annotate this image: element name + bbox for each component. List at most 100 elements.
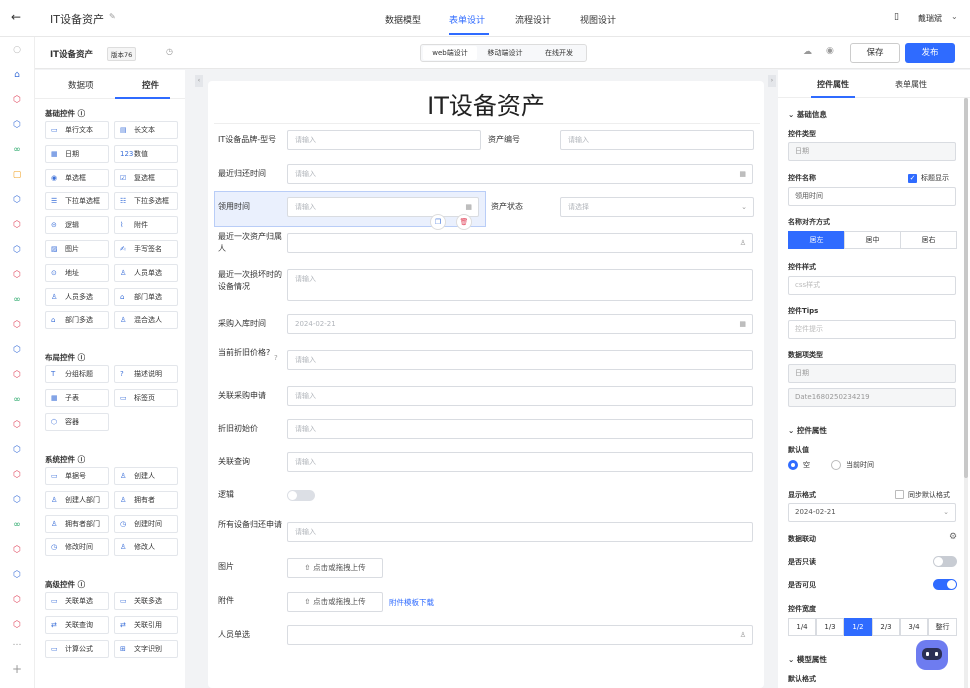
mode-online-dev[interactable]: 在线开发	[533, 46, 585, 60]
control-address[interactable]: ⊙ 地址	[45, 263, 109, 282]
help-icon[interactable]: ?	[274, 354, 278, 362]
person-select-input[interactable]: ♙	[287, 625, 753, 645]
align-right-option[interactable]: 居右	[900, 231, 957, 249]
tab-data-items[interactable]: 数据项	[68, 79, 94, 91]
home-icon[interactable]: ⌂	[11, 69, 23, 81]
cube-icon[interactable]: ⬡	[11, 269, 23, 281]
template-download-link[interactable]: 附件模板下载	[389, 597, 434, 608]
cube-icon[interactable]: ⬡	[11, 419, 23, 431]
control-creator-dept[interactable]: ♙ 创建人部门	[45, 490, 109, 509]
link-icon[interactable]: ∞	[11, 144, 23, 156]
width-option[interactable]: 2/3	[872, 618, 900, 636]
control-doc-number[interactable]: ▭ 单据号	[45, 467, 109, 485]
cube-icon[interactable]: ⬡	[11, 369, 23, 381]
doc-icon[interactable]: ▯	[894, 12, 899, 22]
section-control-props[interactable]: ⌄ 控件属性	[788, 425, 827, 436]
control-owner-dept[interactable]: ♙ 拥有者部门	[45, 514, 109, 533]
control-tips-input[interactable]: 控件提示	[788, 320, 956, 339]
collapse-right-icon[interactable]: ›	[768, 75, 776, 87]
control-person-single[interactable]: ♙ 人员单选	[114, 263, 178, 282]
control-signature[interactable]: ✍ 手写签名	[114, 240, 178, 258]
owner-person-input[interactable]: ♙	[287, 233, 753, 253]
align-left-option[interactable]: 居左	[788, 231, 845, 249]
return-time-input[interactable]: 请输入 ▦	[287, 164, 753, 184]
back-arrow-icon[interactable]: ←	[11, 10, 21, 24]
brand-input[interactable]: 请输入	[287, 130, 481, 150]
default-now-radio[interactable]	[831, 460, 841, 470]
default-empty-radio[interactable]	[788, 460, 798, 470]
cube-icon[interactable]: ⬡	[11, 619, 23, 631]
align-center-option[interactable]: 居中	[844, 231, 901, 249]
cube-icon[interactable]: ⬡	[11, 94, 23, 106]
history-icon[interactable]: ◷	[166, 47, 173, 56]
more-icon[interactable]: …	[11, 637, 23, 649]
purchase-date-input[interactable]: 2024-02-21 ▦	[287, 314, 753, 334]
sync-format-checkbox[interactable]	[895, 490, 904, 499]
control-dropdown-multi[interactable]: ☷ 下拉多选框	[114, 192, 178, 211]
tab-form-props[interactable]: 表单属性	[895, 79, 927, 90]
control-group-title[interactable]: T 分组标题	[45, 365, 109, 383]
width-option[interactable]: 1/2	[844, 618, 872, 636]
image-upload-button[interactable]: ⇧ 点击或拖拽上传	[287, 558, 383, 578]
control-ocr[interactable]: ⊞ 文字识别	[114, 639, 178, 658]
control-relation-multi[interactable]: ▭ 关联多选	[114, 592, 178, 610]
save-button[interactable]: 保存	[850, 43, 900, 63]
control-description[interactable]: ? 描述说明	[114, 365, 178, 383]
tab-form-design[interactable]: 表单设计	[449, 13, 485, 26]
assistant-robot-icon[interactable]	[916, 640, 948, 670]
publish-button[interactable]: 发布	[905, 43, 955, 63]
title-show-checkbox[interactable]: ✓	[908, 174, 917, 183]
control-image[interactable]: ▨ 图片	[45, 240, 109, 258]
control-name-input[interactable]: 领用时间	[788, 187, 956, 206]
control-attachment[interactable]: ⌇ 附件	[114, 216, 178, 235]
related-query-input[interactable]: 请输入	[287, 452, 753, 472]
control-checkbox[interactable]: ☑ 复选框	[114, 168, 178, 187]
control-style-input[interactable]: css样式	[788, 276, 956, 295]
control-date[interactable]: ▦ 日期	[45, 144, 109, 163]
control-created-time[interactable]: ◷ 创建时间	[114, 514, 178, 533]
cube-icon[interactable]: ⬡	[11, 219, 23, 231]
visible-toggle[interactable]	[933, 579, 957, 590]
cube-icon[interactable]: ⬡	[11, 544, 23, 556]
tab-view-design[interactable]: 视图设计	[580, 13, 616, 26]
status-select[interactable]: 请选择 ⌄	[560, 197, 754, 217]
section-model-props[interactable]: ⌄ 模型属性	[788, 654, 827, 665]
control-modifier[interactable]: ♙ 修改人	[114, 538, 178, 557]
collapse-left-icon[interactable]: ‹	[195, 75, 203, 87]
tab-data-model[interactable]: 数据模型	[385, 13, 421, 26]
control-person-multi[interactable]: ♙ 人员多选	[45, 287, 109, 306]
copy-icon[interactable]: ❐	[430, 214, 446, 230]
control-long-text[interactable]: ▤ 长文本	[114, 121, 178, 139]
control-owner[interactable]: ♙ 拥有者	[114, 490, 178, 509]
control-creator[interactable]: ♙ 创建人	[114, 467, 178, 485]
cube-icon[interactable]: ⬡	[11, 469, 23, 481]
delete-icon[interactable]: 🗑	[456, 214, 472, 230]
tab-control-props[interactable]: 控件属性	[817, 79, 849, 90]
all-return-input[interactable]: 请输入	[287, 522, 753, 542]
asset-no-input[interactable]: 请输入	[560, 130, 754, 150]
original-price-input[interactable]: 请输入	[287, 419, 753, 439]
cube-icon[interactable]: ⬡	[11, 244, 23, 256]
control-radio[interactable]: ◉ 单选框	[45, 168, 109, 187]
control-single-line-text[interactable]: ▭ 单行文本	[45, 121, 109, 139]
cube-icon[interactable]: ⬡	[11, 344, 23, 356]
cube-icon[interactable]: ⬡	[11, 319, 23, 331]
cube-icon[interactable]: ⬡	[11, 444, 23, 456]
control-number[interactable]: 123 数值	[114, 144, 178, 163]
control-relation-ref[interactable]: ⇄ 关联引用	[114, 615, 178, 634]
control-tabs[interactable]: ▭ 标签页	[114, 388, 178, 407]
control-relation-single[interactable]: ▭ 关联单选	[45, 592, 109, 610]
mode-mobile[interactable]: 移动端设计	[479, 46, 531, 60]
control-mixed-person[interactable]: ♙ 混合选人	[114, 311, 178, 330]
attachment-upload-button[interactable]: ⇧ 点击或拖拽上传	[287, 592, 383, 612]
gear-icon[interactable]: ⚙	[949, 532, 957, 542]
section-basic[interactable]: ⌄ 基础信息	[788, 109, 827, 120]
tab-controls[interactable]: 控件	[142, 79, 159, 91]
cube-icon[interactable]: ⬡	[11, 119, 23, 131]
readonly-toggle[interactable]	[933, 556, 957, 567]
scrollbar[interactable]	[964, 98, 968, 688]
control-subtable[interactable]: ▦ 子表	[45, 388, 109, 407]
logic-toggle[interactable]	[287, 490, 315, 501]
width-option[interactable]: 1/4	[788, 618, 816, 636]
width-option[interactable]: 1/3	[816, 618, 844, 636]
